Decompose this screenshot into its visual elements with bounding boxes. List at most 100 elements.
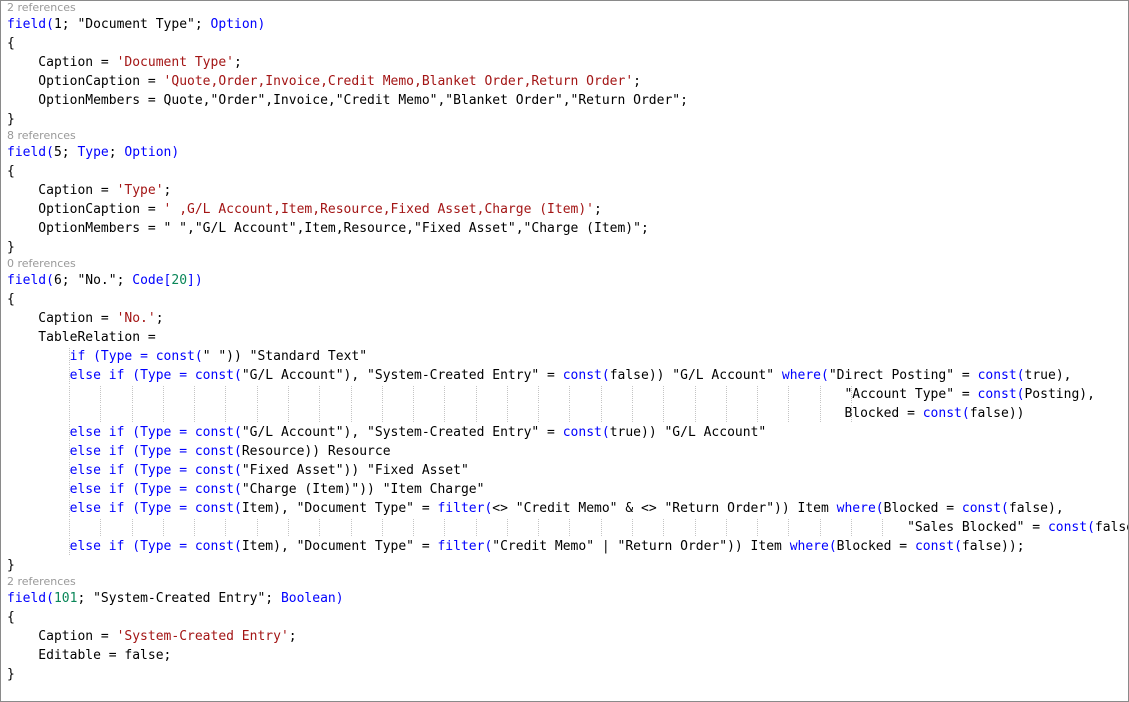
code-line[interactable]: if (Type = const(" ")) "Standard Text" bbox=[7, 347, 1128, 366]
code-token-keyword: else if (Type = const( bbox=[69, 425, 242, 440]
code-line[interactable]: Caption = 'Type'; bbox=[7, 181, 1128, 200]
code-line[interactable]: else if (Type = const(Item), "Document T… bbox=[7, 537, 1128, 556]
codelens-references[interactable]: 2 references bbox=[7, 575, 1128, 589]
code-token-text: ; bbox=[233, 55, 242, 70]
code-block[interactable]: 2 references field(1; "Document Type"; Op… bbox=[7, 1, 1128, 684]
code-token-number: 101 bbox=[53, 591, 78, 606]
codelens-references[interactable]: 8 references bbox=[7, 129, 1128, 143]
code-line[interactable]: else if (Type = const(Item), "Document T… bbox=[7, 499, 1128, 518]
code-token-text: } bbox=[7, 112, 15, 127]
code-line[interactable]: else if (Type = const("Charge (Item)")) … bbox=[7, 480, 1128, 499]
code-line[interactable]: "Account Type" = const(Posting), bbox=[7, 385, 1128, 404]
code-token-text: Caption = bbox=[7, 55, 117, 70]
code-token-text: " ")) "Standard Text" bbox=[202, 349, 368, 364]
code-token-text: false)) "G/L Account" bbox=[609, 368, 782, 383]
code-token-text: false)); bbox=[961, 539, 1025, 554]
code-token-keyword: Type bbox=[77, 145, 109, 160]
code-token-text: "G/L Account"), "System-Created Entry" = bbox=[241, 368, 563, 383]
code-token-text: ; bbox=[155, 311, 164, 326]
code-token-text: "Account Type" = bbox=[7, 387, 978, 402]
code-token-text: Blocked = bbox=[883, 501, 962, 516]
code-line[interactable]: } bbox=[7, 665, 1128, 684]
code-token-text: } bbox=[7, 240, 15, 255]
code-token-text: OptionCaption = bbox=[7, 202, 164, 217]
code-token-keyword: ]) bbox=[187, 273, 203, 288]
code-token-text: "G/L Account"), "System-Created Entry" = bbox=[241, 425, 563, 440]
code-line[interactable]: { bbox=[7, 290, 1128, 309]
code-token-keyword: field( bbox=[7, 273, 54, 288]
code-token-text: 1; "Document Type"; bbox=[53, 17, 211, 32]
code-token-text: "Fixed Asset")) "Fixed Asset" bbox=[241, 463, 469, 478]
code-token-text: "Sales Blocked" = bbox=[7, 520, 1048, 535]
code-line[interactable]: else if (Type = const(Resource)) Resourc… bbox=[7, 442, 1128, 461]
code-line[interactable]: Caption = 'System-Created Entry'; bbox=[7, 627, 1128, 646]
code-token-keyword: else if (Type = const( bbox=[69, 501, 242, 516]
code-line[interactable]: { bbox=[7, 34, 1128, 53]
code-line[interactable]: else if (Type = const("Fixed Asset")) "F… bbox=[7, 461, 1128, 480]
code-line[interactable]: else if (Type = const("G/L Account"), "S… bbox=[7, 423, 1128, 442]
code-line[interactable]: } bbox=[7, 110, 1128, 129]
code-line[interactable]: field(1; "Document Type"; Option) bbox=[7, 15, 1128, 34]
code-token-keyword: Option) bbox=[210, 17, 266, 32]
code-token-text: Caption = bbox=[7, 629, 117, 644]
code-line[interactable]: { bbox=[7, 608, 1128, 627]
code-token-text: "Charge (Item)")) "Item Charge" bbox=[241, 482, 485, 497]
code-line[interactable]: { bbox=[7, 162, 1128, 181]
code-token-text: Item), "Document Type" = bbox=[241, 501, 438, 516]
code-line[interactable]: else if (Type = const("G/L Account"), "S… bbox=[7, 366, 1128, 385]
code-token-keyword: filter( bbox=[437, 539, 493, 554]
code-token-text: false), bbox=[1008, 501, 1064, 516]
code-token-string: 'Quote,Order,Invoice,Credit Memo,Blanket… bbox=[163, 74, 634, 89]
code-token-text: TableRelation = bbox=[7, 330, 156, 345]
code-token-keyword: const( bbox=[914, 539, 962, 554]
code-token-text: OptionCaption = bbox=[7, 74, 164, 89]
code-line[interactable]: Caption = 'No.'; bbox=[7, 309, 1128, 328]
code-token-keyword: filter( bbox=[437, 501, 493, 516]
code-token-text: } bbox=[7, 558, 15, 573]
code-token-text: 5; bbox=[53, 145, 78, 160]
code-token-text: true), bbox=[1024, 368, 1072, 383]
code-line[interactable]: Editable = false; bbox=[7, 646, 1128, 665]
code-token-text: ; bbox=[108, 145, 125, 160]
code-token-text: "Direct Posting" = bbox=[828, 368, 978, 383]
code-token-text: ; bbox=[288, 629, 297, 644]
code-line[interactable]: field(101; "System-Created Entry"; Boole… bbox=[7, 589, 1128, 608]
code-token-text: 6; "No."; bbox=[53, 273, 133, 288]
code-token-text: Blocked = bbox=[836, 539, 915, 554]
code-line[interactable]: Caption = 'Document Type'; bbox=[7, 53, 1128, 72]
codelens-references[interactable]: 0 references bbox=[7, 257, 1128, 271]
code-token-keyword: const( bbox=[1047, 520, 1095, 535]
code-line[interactable]: TableRelation = bbox=[7, 328, 1128, 347]
code-token-text: false)) bbox=[1094, 520, 1128, 535]
code-token-text: ; bbox=[594, 202, 602, 217]
code-line[interactable]: OptionCaption = 'Quote,Order,Invoice,Cre… bbox=[7, 72, 1128, 91]
code-token-text: Resource)) Resource bbox=[241, 444, 391, 459]
code-token-text: Caption = bbox=[7, 183, 117, 198]
code-token-keyword: Option) bbox=[124, 145, 180, 160]
code-token-string: 'System-Created Entry' bbox=[116, 629, 289, 644]
code-line[interactable]: OptionMembers = " ","G/L Account",Item,R… bbox=[7, 219, 1128, 238]
code-token-keyword: Boolean) bbox=[280, 591, 344, 606]
code-token-text: true)) "G/L Account" bbox=[609, 425, 767, 440]
code-line[interactable]: OptionCaption = ' ,G/L Account,Item,Reso… bbox=[7, 200, 1128, 219]
code-token-text: Item), "Document Type" = bbox=[241, 539, 438, 554]
code-line[interactable]: "Sales Blocked" = const(false)) bbox=[7, 518, 1128, 537]
code-token-text: { bbox=[7, 292, 15, 307]
code-token-keyword: else if (Type = const( bbox=[69, 463, 242, 478]
code-line[interactable]: } bbox=[7, 556, 1128, 575]
codelens-references[interactable]: 2 references bbox=[7, 1, 1128, 15]
code-line[interactable]: field(6; "No."; Code[20]) bbox=[7, 271, 1128, 290]
code-token-text: { bbox=[7, 36, 15, 51]
code-line[interactable]: OptionMembers = Quote,"Order",Invoice,"C… bbox=[7, 91, 1128, 110]
code-line[interactable]: Blocked = const(false)) bbox=[7, 404, 1128, 423]
code-token-keyword: field( bbox=[7, 17, 54, 32]
code-token-keyword: Code[ bbox=[132, 273, 172, 288]
code-line[interactable]: field(5; Type; Option) bbox=[7, 143, 1128, 162]
code-token-text: Posting), bbox=[1024, 387, 1095, 402]
code-editor[interactable]: 2 references field(1; "Document Type"; Op… bbox=[0, 0, 1129, 702]
code-line[interactable]: } bbox=[7, 238, 1128, 257]
